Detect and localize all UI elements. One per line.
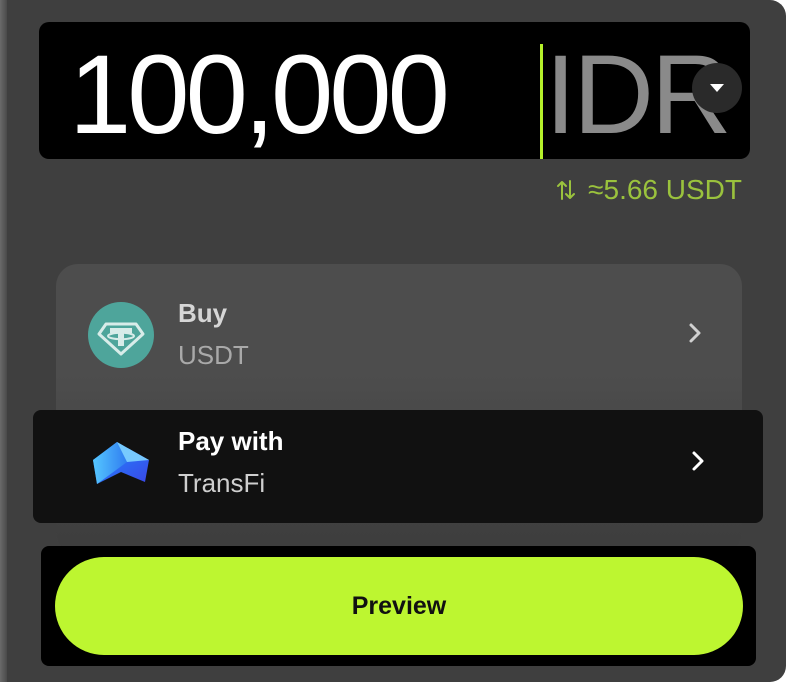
buy-asset: USDT [178, 340, 249, 370]
panel-edge [0, 0, 7, 682]
buy-label: Buy [178, 298, 228, 328]
pay-with-row[interactable]: Pay with TransFi [33, 410, 763, 523]
tether-icon [88, 302, 154, 368]
swap-arrows-icon[interactable] [554, 178, 578, 202]
conversion-text: ≈5.66 USDT [588, 174, 742, 205]
currency-dropdown-button[interactable] [692, 63, 742, 113]
text-caret [540, 44, 543, 159]
preview-button-container: Preview [41, 546, 756, 666]
pay-with-provider: TransFi [178, 468, 266, 498]
caret-down-icon [710, 84, 724, 92]
onramp-panel: 100,000 IDR ≈5.66 USDT Buy USDT Pay with… [0, 0, 786, 682]
pay-with-label: Pay with [178, 426, 284, 456]
chevron-right-icon [688, 322, 702, 349]
amount-value[interactable]: 100,000 [69, 30, 450, 159]
conversion-estimate: ≈5.66 USDT [554, 170, 742, 210]
preview-button[interactable]: Preview [55, 557, 743, 655]
chevron-right-icon [691, 450, 705, 477]
transfi-logo-icon [87, 432, 155, 500]
amount-input-box[interactable]: 100,000 IDR [39, 22, 750, 159]
